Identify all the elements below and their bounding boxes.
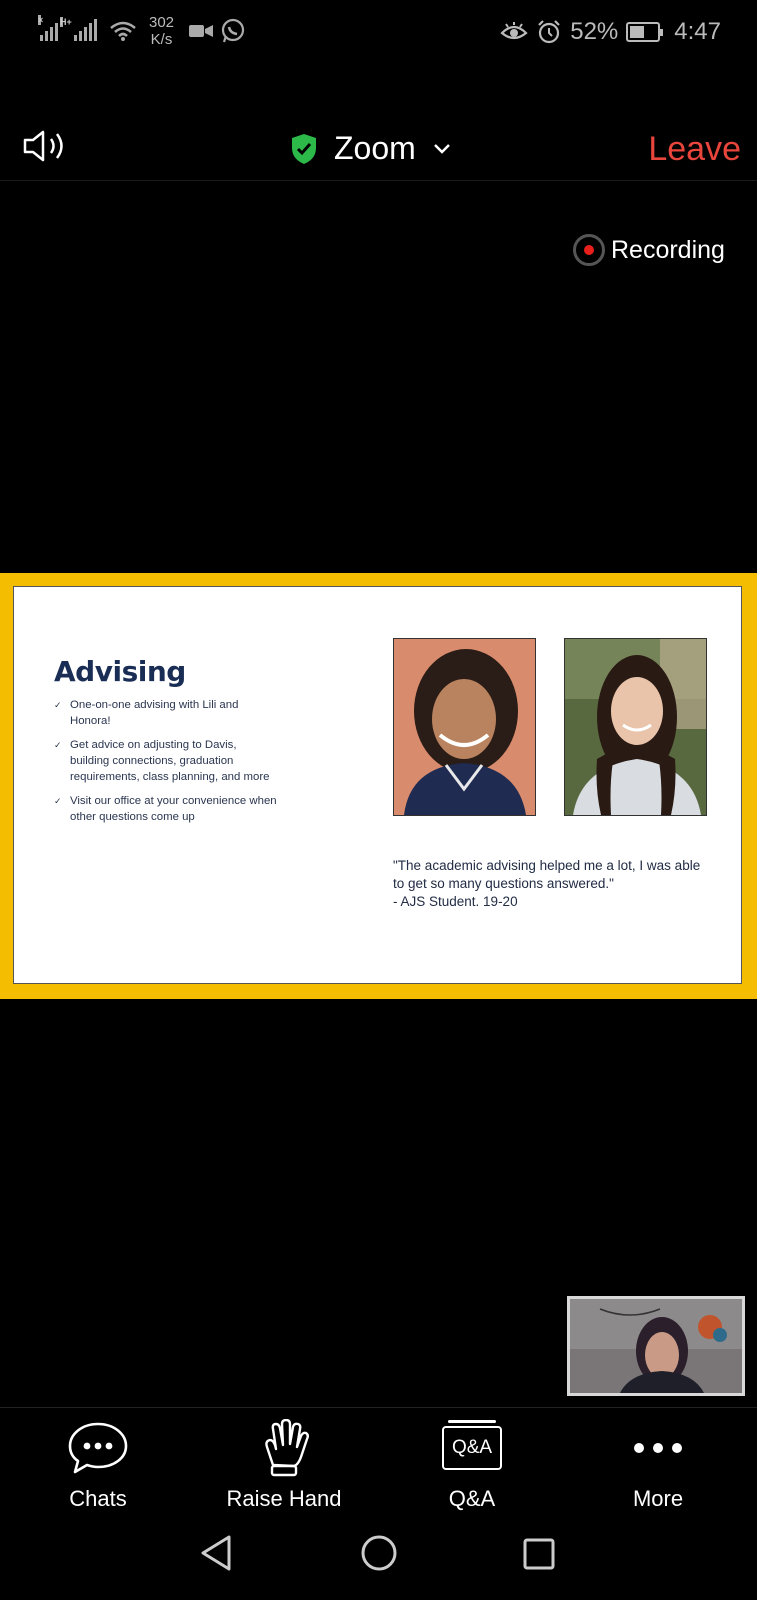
recording-dot-icon — [573, 234, 605, 266]
system-navigation-bar — [0, 1520, 757, 1600]
hand-icon — [265, 1419, 309, 1477]
advisor-photo-1 — [393, 638, 536, 816]
wifi-icon — [110, 21, 136, 41]
meeting-title: Zoom — [334, 130, 416, 166]
more-button[interactable]: More — [568, 1418, 748, 1512]
battery-icon — [626, 22, 664, 42]
clock: 4:47 — [674, 18, 721, 45]
bullet-item: Visit our office at your convenience whe… — [52, 793, 277, 825]
signal-2-icon: H+ — [60, 17, 97, 41]
qa-icon: Q&A — [442, 1420, 502, 1470]
speed-unit: K/s — [150, 31, 173, 48]
whatsapp-icon — [221, 18, 245, 43]
home-circle-icon — [361, 1535, 397, 1571]
slide-bullets: One-on-one advising with Lili and Honora… — [52, 697, 277, 833]
more-label: More — [632, 1486, 684, 1511]
shared-screen-frame: Advising One-on-one advising with Lili a… — [0, 573, 757, 999]
bullet-item: One-on-one advising with Lili and Honora… — [52, 697, 277, 729]
quote-text: "The academic advising helped me a lot, … — [393, 858, 701, 891]
chats-label: Chats — [69, 1486, 127, 1511]
alarm-icon — [538, 20, 561, 44]
self-video-thumbnail[interactable] — [567, 1296, 745, 1396]
home-button[interactable] — [360, 1534, 398, 1577]
chat-bubble-icon — [68, 1422, 128, 1474]
recording-label: Recording — [611, 235, 725, 264]
shield-check-icon — [292, 133, 316, 164]
advisor-photo-2 — [564, 638, 707, 816]
eye-comfort-icon — [500, 22, 528, 40]
network-speed: 302 K/s — [149, 14, 174, 48]
meeting-title-dropdown[interactable]: Zoom — [290, 130, 452, 167]
speed-value: 302 — [149, 14, 175, 31]
audio-toggle-button[interactable] — [22, 128, 72, 169]
video-camera-icon — [189, 25, 214, 37]
status-left: × H+ 302 K/s — [38, 14, 246, 48]
status-right: 52% 4:47 — [500, 18, 721, 46]
student-quote: "The academic advising helped me a lot, … — [393, 857, 713, 911]
raise-hand-button[interactable]: Raise Hand — [194, 1418, 374, 1512]
meeting-toolbar: Chats Raise Hand Q&A Q&A More — [0, 1407, 757, 1518]
raise-hand-label: Raise Hand — [226, 1486, 342, 1511]
recents-square-icon — [523, 1538, 555, 1570]
qa-icon-text: Q&A — [451, 1437, 493, 1458]
shared-slide: Advising One-on-one advising with Lili a… — [13, 586, 742, 984]
signal-1-icon: × — [38, 15, 58, 41]
status-bar: × H+ 302 K/s 52% 4:47 — [0, 0, 757, 66]
chevron-down-icon — [433, 143, 450, 154]
battery-percent: 52% — [570, 18, 619, 45]
recording-indicator: Recording — [573, 234, 725, 266]
back-triangle-icon — [201, 1535, 231, 1571]
quote-attribution: - AJS Student. 19-20 — [393, 894, 518, 909]
qa-label: Q&A — [448, 1486, 496, 1511]
leave-button[interactable]: Leave — [648, 130, 741, 169]
back-button[interactable] — [199, 1534, 233, 1577]
chats-button[interactable]: Chats — [8, 1418, 188, 1512]
slide-title: Advising — [54, 655, 186, 688]
qa-button[interactable]: Q&A Q&A — [382, 1418, 562, 1512]
network-type: H+ — [60, 17, 72, 27]
recents-button[interactable] — [522, 1537, 556, 1576]
speaker-icon — [23, 130, 63, 162]
bullet-item: Get advice on adjusting to Davis, buildi… — [52, 737, 277, 785]
meeting-top-bar: Zoom Leave — [0, 110, 757, 181]
more-dots-icon — [634, 1443, 682, 1453]
